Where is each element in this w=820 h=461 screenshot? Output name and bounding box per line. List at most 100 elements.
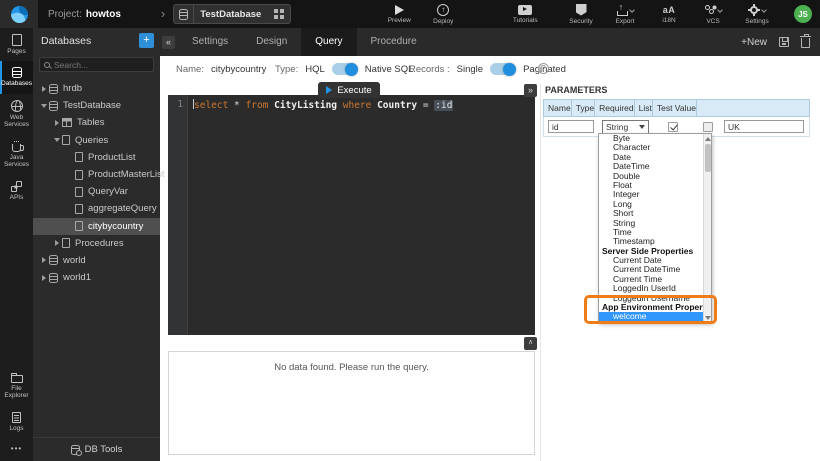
- query-name-value[interactable]: citybycountry: [211, 64, 266, 75]
- tree-node-icon: [75, 187, 83, 197]
- branch-icon: [704, 4, 716, 16]
- rail-item-logs[interactable]: Logs: [0, 406, 33, 438]
- tree-node-icon: [62, 135, 70, 145]
- tab[interactable]: Design: [242, 28, 301, 56]
- tab[interactable]: Procedure: [357, 28, 431, 56]
- tree-item[interactable]: aggregateQuery: [33, 200, 160, 217]
- tree-expander-icon[interactable]: [39, 257, 49, 263]
- tab[interactable]: Settings: [178, 28, 242, 56]
- column-header: Name: [544, 100, 572, 116]
- tree-expander-icon[interactable]: [39, 275, 49, 281]
- db-tools-button[interactable]: DB Tools: [33, 437, 160, 461]
- records-toggle[interactable]: [490, 63, 516, 75]
- required-checkbox[interactable]: [668, 122, 678, 132]
- vcs-button[interactable]: VCS: [700, 4, 726, 25]
- new-query-button[interactable]: +New: [741, 37, 767, 48]
- export-button[interactable]: ↑ Export: [612, 4, 638, 25]
- rail-item-file-explorer[interactable]: File Explorer: [0, 366, 33, 406]
- sql-code-line[interactable]: select * from CityListing where Country …: [188, 95, 453, 335]
- param-name-input[interactable]: [548, 120, 594, 133]
- topbar: Project:howtos › TestDatabase Preview ↑ …: [0, 0, 820, 28]
- databases-panel: Databases + hrdb TestDatabase: [33, 28, 160, 461]
- test-value-input[interactable]: [724, 120, 804, 133]
- type-option-native-sql[interactable]: Native SQL: [365, 64, 414, 75]
- more-icon[interactable]: •••: [0, 438, 33, 461]
- database-icon: [12, 67, 22, 78]
- tutorials-button[interactable]: Tutorials: [512, 5, 538, 24]
- tree-item[interactable]: world: [33, 252, 160, 269]
- tree-item[interactable]: QueryVar: [33, 183, 160, 200]
- rail-item-pages[interactable]: Pages: [0, 28, 33, 61]
- query-result-area: No data found. Please run the query.: [168, 351, 535, 455]
- project-label: Project:: [48, 9, 82, 20]
- select-arrow-icon: [639, 125, 645, 129]
- play-icon: [326, 86, 332, 94]
- tree-item[interactable]: citybycountry: [33, 218, 160, 235]
- tree-item[interactable]: Queries: [33, 132, 160, 149]
- tree-expander-icon[interactable]: [52, 240, 62, 246]
- rail-item-databases[interactable]: Databases: [0, 61, 33, 93]
- tree-item[interactable]: ProductMasterList: [33, 166, 160, 183]
- database-selector[interactable]: TestDatabase: [173, 4, 291, 24]
- tree-item[interactable]: hrdb: [33, 80, 160, 97]
- collapse-editor-button[interactable]: ∧: [524, 337, 537, 350]
- globe-icon: [11, 100, 23, 112]
- dropdown-option[interactable]: welcome: [599, 312, 711, 321]
- deploy-button[interactable]: ↑ Deploy: [430, 4, 456, 25]
- param-type-select[interactable]: String: [602, 120, 649, 134]
- left-rail: Pages Databases Web Services Java Servic…: [0, 28, 33, 461]
- scroll-thumb[interactable]: [705, 144, 711, 172]
- video-icon: [518, 5, 532, 15]
- empty-result-message: No data found. Please run the query.: [274, 362, 429, 373]
- search-input[interactable]: [54, 60, 144, 70]
- rail-item-java-services[interactable]: Java Services: [0, 135, 33, 175]
- records-option-single[interactable]: Single: [457, 64, 483, 75]
- tree-item[interactable]: Tables: [33, 114, 160, 131]
- tree-node-icon: [49, 273, 58, 283]
- user-avatar[interactable]: JS: [794, 5, 812, 23]
- tree-item[interactable]: Procedures: [33, 235, 160, 252]
- parameters-table: NameTypeRequiredListTest Value String: [543, 99, 810, 137]
- tab-bar: « Settings Design Query Procedure +New: [160, 28, 820, 56]
- query-controls: Name: citybycountry Type: HQL Native SQL…: [160, 56, 820, 82]
- trash-icon[interactable]: [801, 38, 810, 48]
- sql-editor[interactable]: 1 select * from CityListing where Countr…: [168, 95, 535, 335]
- help-icon[interactable]: ?: [538, 63, 549, 74]
- database-selector-label: TestDatabase: [194, 9, 271, 20]
- type-option-hql[interactable]: HQL: [305, 64, 325, 75]
- type-toggle[interactable]: [332, 63, 358, 75]
- tree-item[interactable]: ProductList: [33, 149, 160, 166]
- collapse-panel-button[interactable]: «: [162, 36, 175, 49]
- tree-node-icon: [62, 238, 70, 248]
- scroll-up-icon[interactable]: [705, 135, 711, 142]
- save-icon[interactable]: [779, 37, 789, 47]
- tree-expander-icon[interactable]: [52, 138, 62, 142]
- document-icon: [12, 412, 21, 423]
- collapse-parameters-button[interactable]: »: [524, 84, 537, 97]
- tree-item[interactable]: TestDatabase: [33, 97, 160, 114]
- i18n-button[interactable]: aA i18N: [656, 5, 682, 24]
- list-checkbox[interactable]: [703, 122, 713, 132]
- search-box[interactable]: [39, 57, 154, 72]
- grid-icon[interactable]: [271, 6, 287, 22]
- execute-button[interactable]: Execute: [318, 82, 380, 98]
- topbar-actions-right: Security ↑ Export aA i18N VCS Settings J…: [568, 4, 820, 25]
- tree-item[interactable]: world1: [33, 269, 160, 286]
- tree-expander-icon[interactable]: [39, 86, 49, 92]
- tab[interactable]: Query: [301, 28, 356, 56]
- shield-icon: [576, 4, 587, 16]
- settings-button[interactable]: Settings: [744, 4, 770, 25]
- tree-expander-icon[interactable]: [39, 104, 49, 108]
- query-name-field: Name: citybycountry: [176, 56, 266, 82]
- add-database-button[interactable]: +: [139, 33, 154, 48]
- tree-expander-icon[interactable]: [52, 120, 62, 126]
- rail-item-web-services[interactable]: Web Services: [0, 94, 33, 135]
- rail-item-apis[interactable]: APIs: [0, 175, 33, 207]
- query-type-control: Type: HQL Native SQL: [275, 56, 413, 82]
- preview-button[interactable]: Preview: [386, 5, 412, 24]
- tree-node-icon: [49, 84, 58, 94]
- dropdown-scrollbar[interactable]: [703, 134, 711, 322]
- security-button[interactable]: Security: [568, 4, 594, 25]
- scroll-down-icon[interactable]: [705, 314, 711, 321]
- app-logo[interactable]: [0, 0, 38, 28]
